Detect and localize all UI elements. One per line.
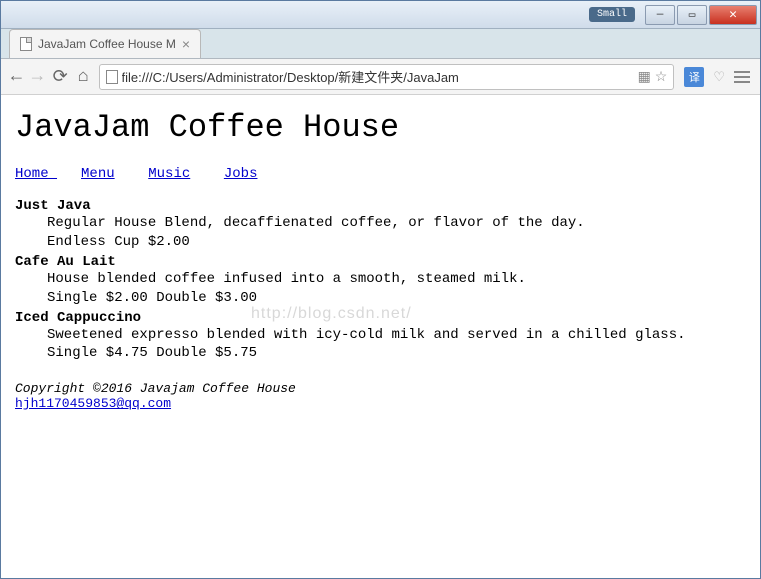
shield-icon[interactable]: ♡ bbox=[714, 67, 724, 87]
forward-icon[interactable]: → bbox=[32, 67, 43, 87]
menu-item-name: Cafe Au Lait bbox=[15, 254, 746, 270]
page-icon bbox=[20, 37, 32, 51]
email-link[interactable]: hjh1170459853@qq.com bbox=[15, 396, 171, 411]
menu-item-name: Iced Cappuccino bbox=[15, 310, 746, 326]
tab-strip: JavaJam Coffee House M × bbox=[1, 29, 760, 59]
page-title: JavaJam Coffee House bbox=[15, 109, 746, 146]
menu-icon[interactable] bbox=[734, 71, 750, 83]
menu-item-desc: House blended coffee infused into a smoo… bbox=[47, 270, 746, 289]
tab-close-icon[interactable]: × bbox=[182, 36, 190, 52]
menu-item-name: Just Java bbox=[15, 198, 746, 214]
page-nav: Home Menu Music Jobs bbox=[15, 164, 746, 182]
menu-item-price: Single $4.75 Double $5.75 bbox=[47, 344, 746, 363]
small-button[interactable]: Small bbox=[589, 7, 635, 22]
browser-toolbar: ← → ⟳ ⌂ file:///C:/Users/Administrator/D… bbox=[1, 59, 760, 95]
address-text: file:///C:/Users/Administrator/Desktop/新… bbox=[122, 67, 634, 86]
address-bar[interactable]: file:///C:/Users/Administrator/Desktop/新… bbox=[99, 64, 675, 90]
nav-jobs[interactable]: Jobs bbox=[224, 166, 258, 182]
nav-menu[interactable]: Menu bbox=[81, 166, 115, 182]
page-content: JavaJam Coffee House Home Menu Music Job… bbox=[1, 95, 760, 578]
window-titlebar: Small — ▭ ✕ bbox=[1, 1, 760, 29]
copyright-text: Copyright ©2016 Javajam Coffee House bbox=[15, 381, 746, 396]
back-icon[interactable]: ← bbox=[11, 67, 22, 87]
page-footer: Copyright ©2016 Javajam Coffee House hjh… bbox=[15, 381, 746, 411]
menu-item-desc: Sweetened expresso blended with icy-cold… bbox=[47, 326, 746, 345]
minimize-button[interactable]: — bbox=[645, 5, 675, 25]
nav-home[interactable]: Home bbox=[15, 166, 57, 182]
browser-window: Small — ▭ ✕ JavaJam Coffee House M × ← →… bbox=[0, 0, 761, 579]
menu-item-price: Single $2.00 Double $3.00 bbox=[47, 289, 746, 308]
translate-icon[interactable]: ▦ bbox=[638, 68, 651, 85]
close-button[interactable]: ✕ bbox=[709, 5, 757, 25]
file-icon bbox=[106, 70, 118, 84]
bookmark-icon[interactable]: ☆ bbox=[655, 68, 668, 85]
translator-badge[interactable]: 译 bbox=[684, 67, 704, 87]
menu-item-price: Endless Cup $2.00 bbox=[47, 233, 746, 252]
menu-item-desc: Regular House Blend, decaffienated coffe… bbox=[47, 214, 746, 233]
home-icon[interactable]: ⌂ bbox=[78, 67, 89, 87]
browser-tab[interactable]: JavaJam Coffee House M × bbox=[9, 29, 201, 58]
reload-icon[interactable]: ⟳ bbox=[53, 66, 68, 88]
menu-list: Just Java Regular House Blend, decaffien… bbox=[15, 198, 746, 363]
maximize-button[interactable]: ▭ bbox=[677, 5, 707, 25]
tab-title: JavaJam Coffee House M bbox=[38, 37, 176, 51]
nav-music[interactable]: Music bbox=[148, 166, 190, 182]
